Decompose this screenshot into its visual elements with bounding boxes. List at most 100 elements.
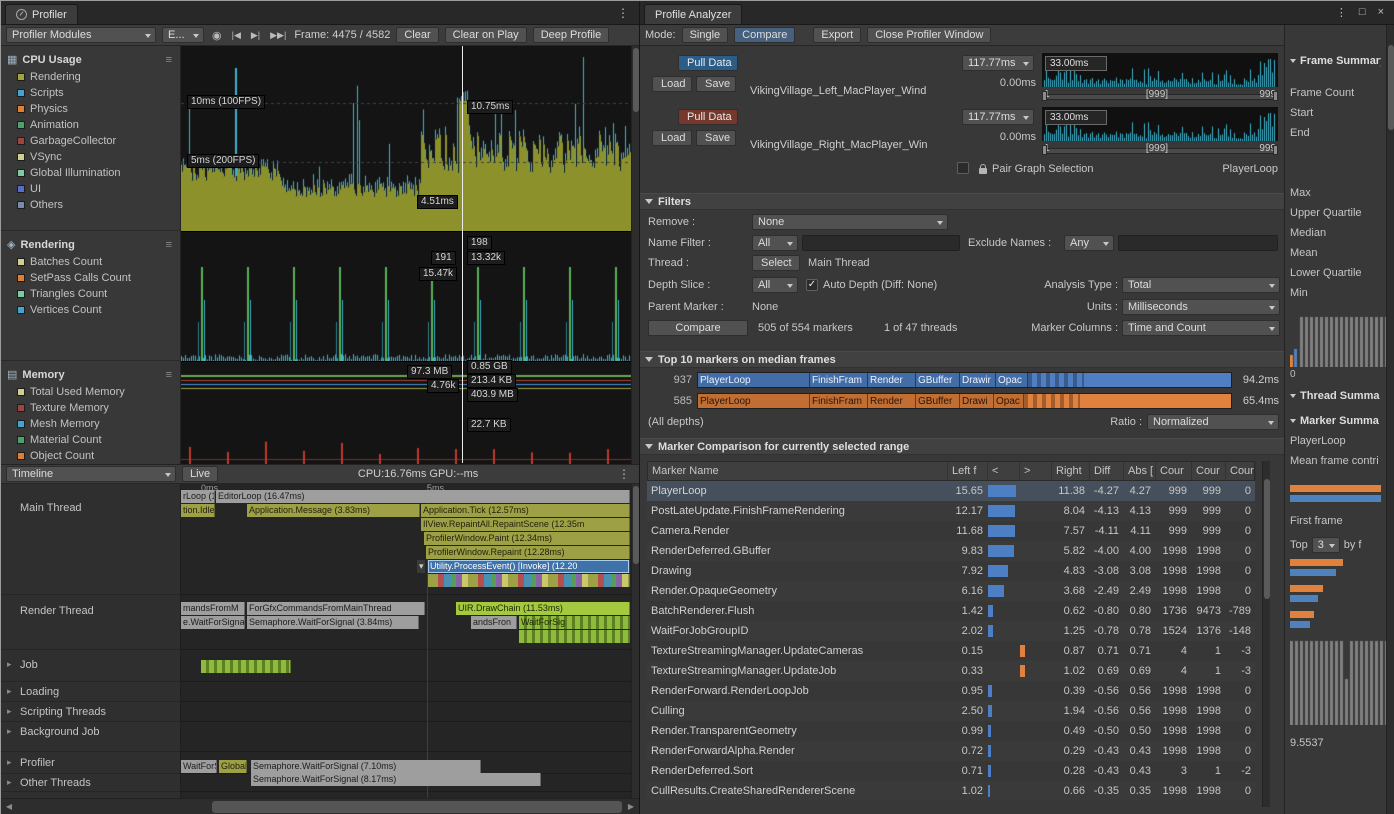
profiler-modules-dropdown[interactable]: Profiler Modules: [6, 27, 156, 43]
foldout-arrow-icon[interactable]: ▸: [7, 777, 16, 791]
foldout-arrow-icon[interactable]: [7, 605, 16, 649]
maximize-icon[interactable]: □: [1359, 6, 1366, 19]
top10-bar[interactable]: PlayerLoopFinishFramRenderGBufferDrawiOp…: [697, 393, 1232, 409]
timeline-span[interactable]: Semaphore.WaitForSignal (3.84ms): [247, 616, 419, 629]
thread-select-button[interactable]: Select: [752, 255, 800, 271]
max-time-dropdown[interactable]: 117.77ms: [962, 55, 1034, 71]
column-header[interactable]: Cour: [1226, 462, 1256, 480]
timeline-vertical-scrollbar[interactable]: [631, 484, 639, 798]
column-header[interactable]: Marker Name: [648, 462, 948, 480]
marker-segment[interactable]: Render: [868, 394, 916, 408]
marker-segment[interactable]: PlayerLoop: [698, 394, 810, 408]
cpu-usage-chart[interactable]: [181, 46, 631, 231]
column-header[interactable]: Cour: [1192, 462, 1226, 480]
top-n-dropdown[interactable]: 3: [1312, 537, 1340, 553]
scrollbar-thumb[interactable]: [212, 801, 622, 813]
max-time-dropdown[interactable]: 117.77ms: [962, 109, 1034, 125]
legend-item[interactable]: Texture Memory: [7, 400, 180, 416]
marker-segment[interactable]: GBuffer: [916, 373, 960, 387]
foldout-arrow-icon[interactable]: ▸: [7, 757, 16, 773]
marker-segment[interactable]: Opac: [996, 373, 1028, 387]
timeline-span[interactable]: WaitForSig: [181, 760, 217, 773]
timeline-span[interactable]: IlView.RepaintAll.RepaintScene (12.35m: [421, 518, 630, 531]
timeline-span[interactable]: EditorLoop (16.47ms): [216, 490, 630, 503]
marker-row[interactable]: Render.TransparentGeometry 0.99 0.49 -0.…: [647, 721, 1255, 741]
top10-row-right[interactable]: 585 PlayerLoopFinishFramRenderGBufferDra…: [648, 392, 1279, 409]
timeline-span[interactable]: mandsFromM: [181, 602, 245, 615]
thread-row-label[interactable]: ▸Background Job: [1, 722, 180, 752]
charts-vertical-scrollbar[interactable]: [631, 46, 639, 464]
thread-summary-header[interactable]: Thread Summa: [1290, 390, 1381, 402]
timeline-kebab-icon[interactable]: ⋮: [618, 467, 630, 481]
scrollbar-thumb[interactable]: [1264, 479, 1270, 599]
foldout-arrow-icon[interactable]: ▸: [7, 686, 16, 701]
next-frame-button[interactable]: ▶|: [249, 30, 262, 41]
close-profiler-window-button[interactable]: Close Profiler Window: [867, 27, 991, 43]
marker-row[interactable]: PostLateUpdate.FinishFrameRendering 12.1…: [647, 501, 1255, 521]
column-header[interactable]: Right: [1052, 462, 1090, 480]
slider-handle-right[interactable]: [1273, 91, 1278, 101]
legend-item[interactable]: Physics: [7, 101, 180, 117]
analyzer-vertical-scrollbar[interactable]: [1386, 25, 1394, 814]
marker-segment[interactable]: Render: [868, 373, 916, 387]
legend-item[interactable]: GarbageCollector: [7, 133, 180, 149]
marker-row[interactable]: RenderForwardAlpha.Render 0.72 0.29 -0.4…: [647, 741, 1255, 761]
save-button[interactable]: Save: [696, 130, 736, 146]
marker-row[interactable]: BatchRenderer.Flush 1.42 0.62 -0.80 0.80…: [647, 601, 1255, 621]
timeline-span[interactable]: ▾: [417, 560, 426, 573]
editor-target-dropdown[interactable]: E...: [162, 27, 204, 43]
thread-row-label[interactable]: ▸Scripting Threads: [1, 702, 180, 722]
slider-handle-left[interactable]: [1042, 91, 1047, 101]
timeline-span[interactable]: tion.Idle (1: [181, 504, 215, 517]
top10-row-left[interactable]: 937 PlayerLoopFinishFramRenderGBufferDra…: [648, 371, 1279, 388]
marker-row[interactable]: WaitForJobGroupID 2.02 1.25 -0.78 0.78 1…: [647, 621, 1255, 641]
marker-row[interactable]: Culling 2.50 1.94 -0.56 0.56 1998 1998 0: [647, 701, 1255, 721]
save-button[interactable]: Save: [696, 76, 736, 92]
auto-depth-checkbox[interactable]: ✓: [806, 279, 818, 291]
comparison-foldout[interactable]: Marker Comparison for currently selected…: [640, 438, 1284, 455]
timeline-span[interactable]: e.WaitForSigna: [181, 616, 245, 629]
marker-row[interactable]: TextureStreamingManager.UpdateCameras 0.…: [647, 641, 1255, 661]
marker-row[interactable]: CullResults.CreateSharedRendererScene 1.…: [647, 781, 1255, 801]
current-frame-button[interactable]: ▶▶|: [268, 30, 288, 41]
legend-item[interactable]: Material Count: [7, 432, 180, 448]
marker-segment[interactable]: FinishFram: [810, 373, 868, 387]
deep-profile-button[interactable]: Deep Profile: [533, 27, 610, 43]
timeline-span[interactable]: ProfilerWindow.Paint (12.34ms): [424, 532, 630, 545]
column-header[interactable]: Abs [: [1124, 462, 1156, 480]
legend-item[interactable]: Batches Count: [7, 254, 180, 270]
column-header[interactable]: >: [1020, 462, 1052, 480]
first-frame-button[interactable]: |◀: [230, 30, 243, 41]
legend-item[interactable]: Triangles Count: [7, 286, 180, 302]
frame-range-slider[interactable]: 1 [999] 999: [1042, 143, 1278, 157]
legend-item[interactable]: Total Used Memory: [7, 384, 180, 400]
depth-slice-dropdown[interactable]: All: [752, 277, 798, 293]
pull-data-button[interactable]: Pull Data: [678, 109, 738, 125]
marker-row[interactable]: TextureStreamingManager.UpdateJob 0.33 1…: [647, 661, 1255, 681]
marker-segment[interactable]: GBuffer: [916, 394, 960, 408]
marker-row[interactable]: Drawing 7.92 4.83 -3.08 3.08 1998 1998 0: [647, 561, 1255, 581]
column-header[interactable]: Cour: [1156, 462, 1192, 480]
analyzer-kebab-icon[interactable]: ⋮: [1336, 6, 1347, 19]
clear-button[interactable]: Clear: [396, 27, 438, 43]
legend-item[interactable]: Animation: [7, 117, 180, 133]
timeline-span[interactable]: GlobalJ: [219, 760, 247, 773]
legend-item[interactable]: Mesh Memory: [7, 416, 180, 432]
timeline-span[interactable]: [201, 660, 291, 673]
legend-item[interactable]: Scripts: [7, 85, 180, 101]
pair-graph-selection-checkbox[interactable]: [957, 162, 969, 174]
timeline-span[interactable]: [428, 574, 630, 587]
timeline-span[interactable]: [519, 630, 630, 643]
legend-item[interactable]: UI: [7, 181, 180, 197]
module-menu-icon[interactable]: ≡: [166, 54, 172, 66]
mode-single-button[interactable]: Single: [682, 27, 729, 43]
close-icon[interactable]: ×: [1378, 6, 1384, 19]
foldout-arrow-icon[interactable]: ▸: [7, 706, 16, 721]
timeline-span[interactable]: UIR.DrawChain (11.53ms): [456, 602, 630, 615]
timeline-span[interactable]: ForGfxCommandsFromMainThread: [247, 602, 425, 615]
top10-bar[interactable]: PlayerLoopFinishFramRenderGBufferDrawirO…: [697, 372, 1232, 388]
tab-profile-analyzer[interactable]: Profile Analyzer: [644, 4, 742, 24]
load-button[interactable]: Load: [652, 76, 692, 92]
marker-segment[interactable]: FinishFram: [810, 394, 868, 408]
timeline-span[interactable]: ProfilerWindow.Repaint (12.28ms): [426, 546, 630, 559]
